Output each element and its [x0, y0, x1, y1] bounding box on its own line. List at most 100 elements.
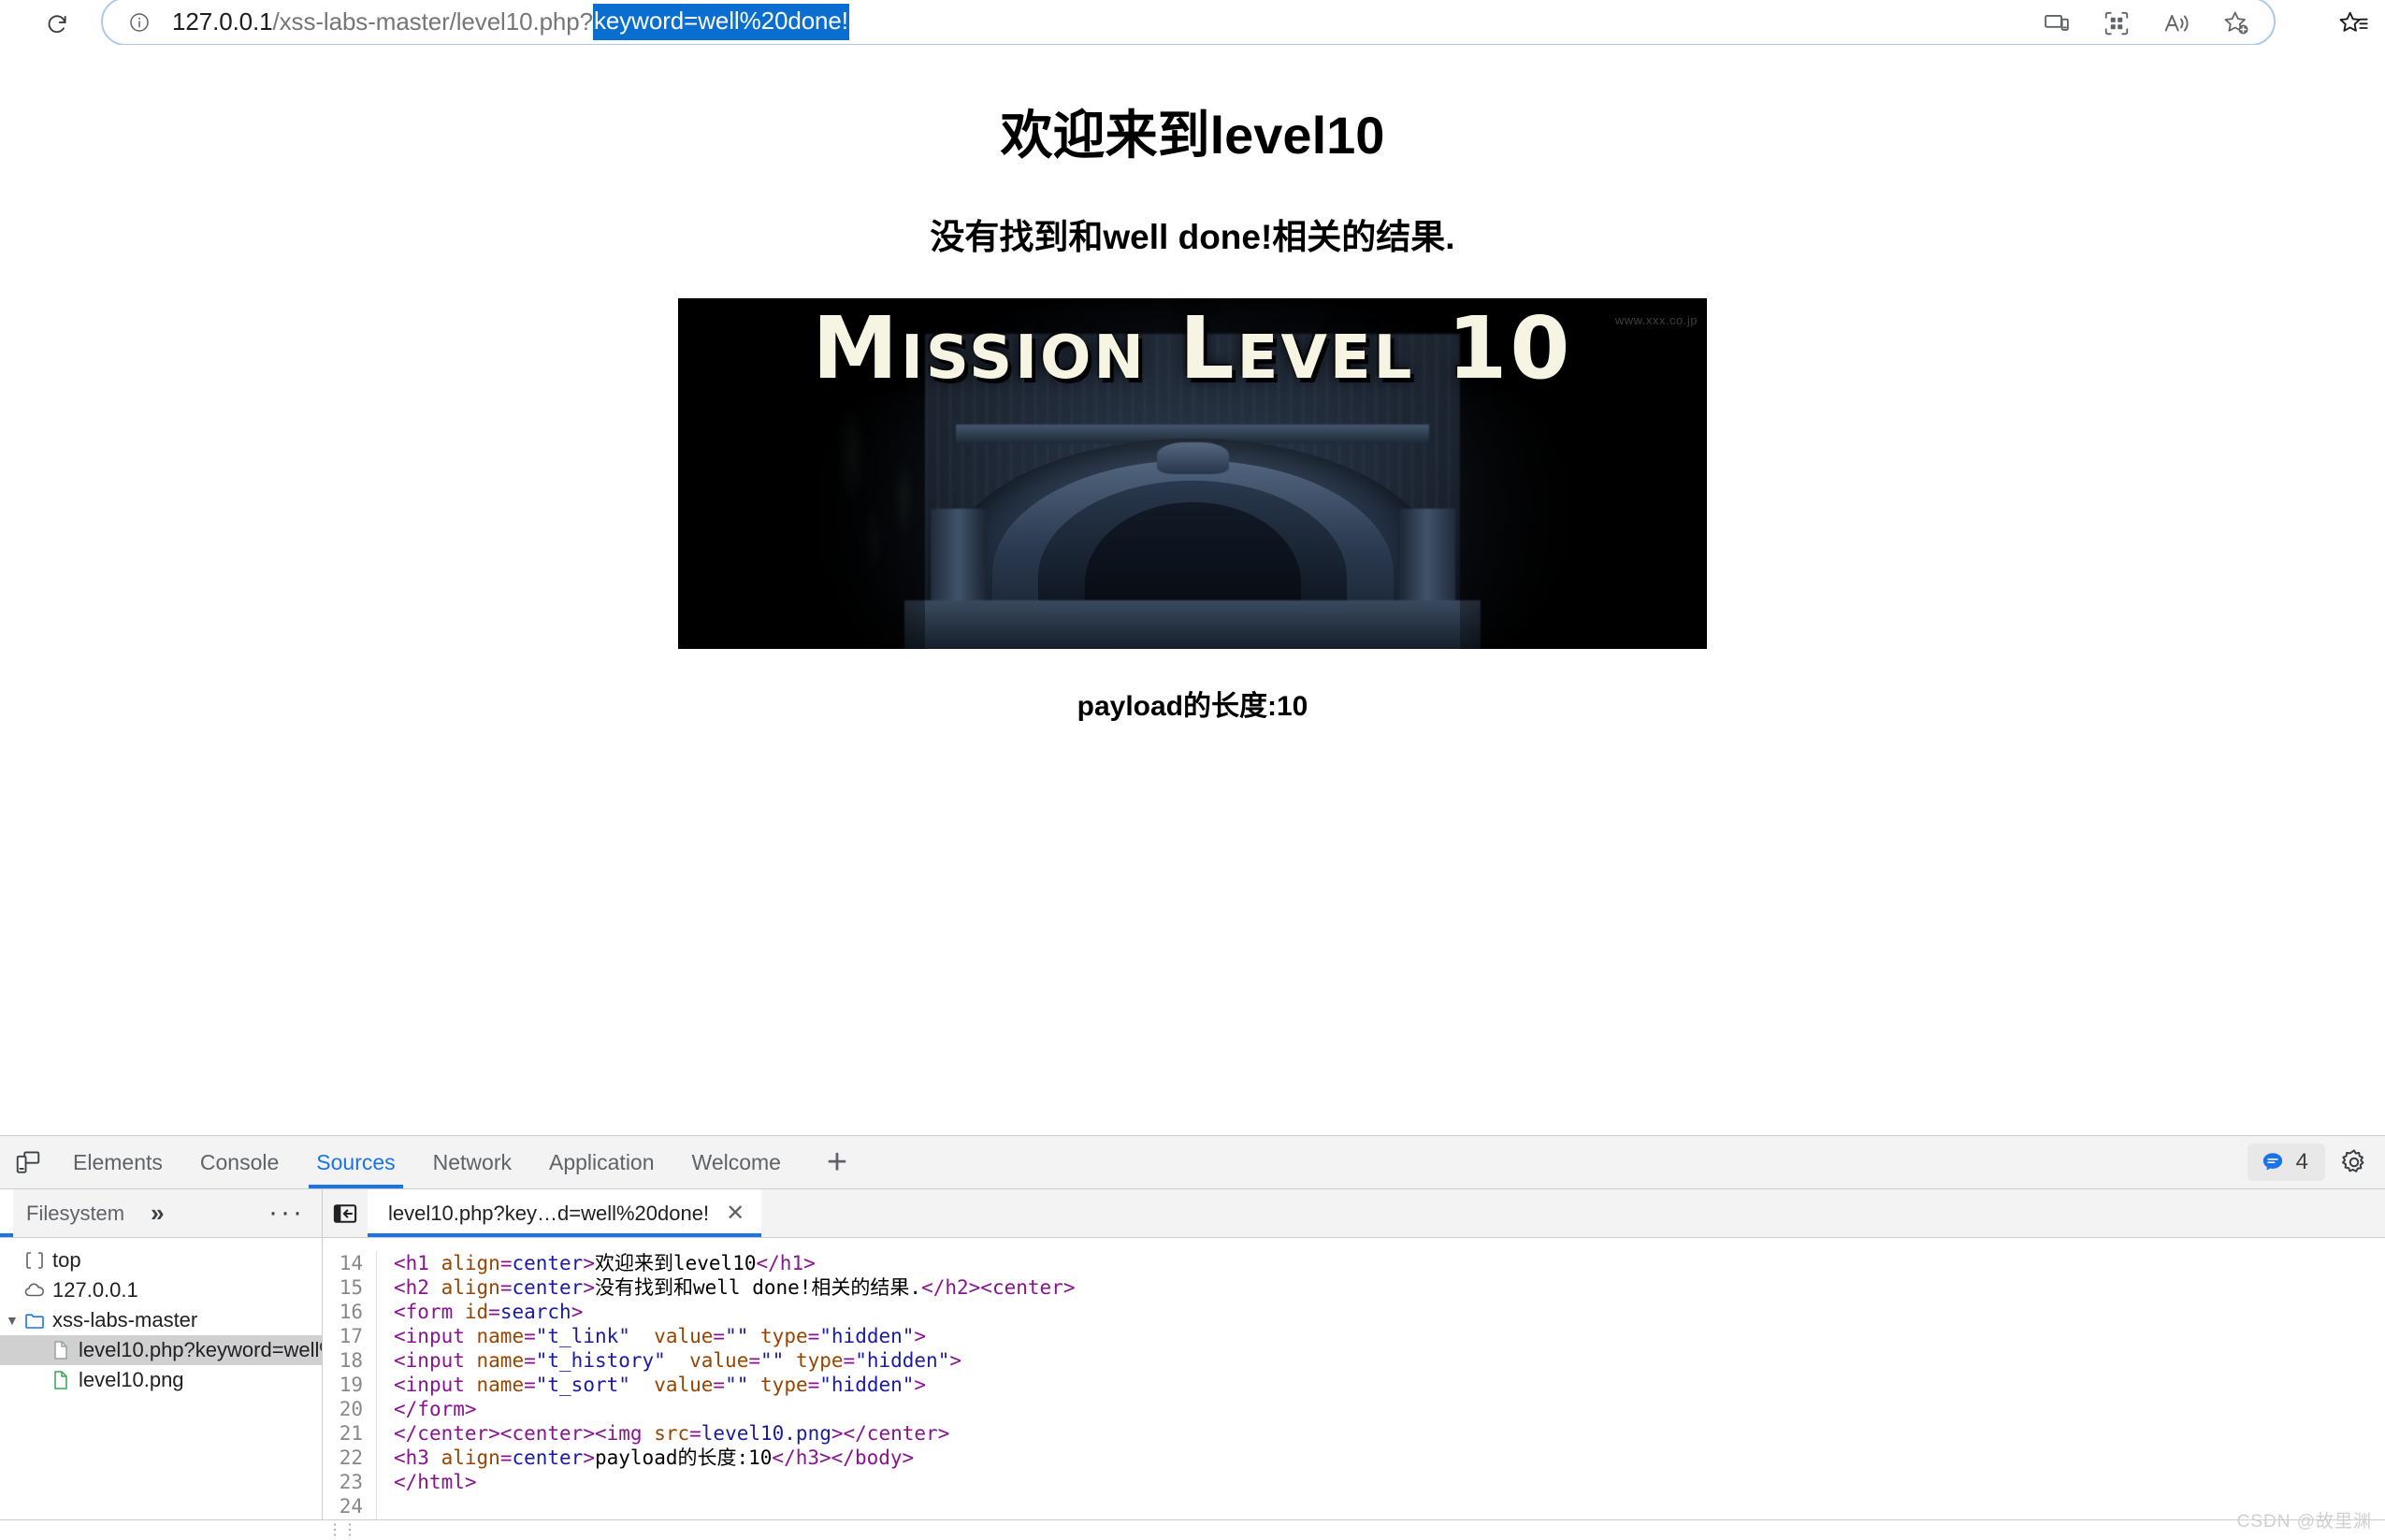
line-number: 18 [323, 1348, 377, 1373]
cast-device-icon-glyph [2045, 14, 2069, 31]
read-aloud-icon[interactable] [2158, 5, 2195, 42]
close-icon[interactable]: ✕ [726, 1202, 744, 1225]
tab-application[interactable]: Application [530, 1136, 673, 1188]
back-arrow-icon[interactable] [323, 1189, 368, 1238]
file-icon-glyph [54, 1341, 67, 1360]
tab-sources[interactable]: Sources [297, 1136, 413, 1188]
code-line: 14 <h1 align=center>欢迎来到level10</h1> [323, 1251, 2385, 1275]
tree-item-folder-xss-labs-master[interactable]: ▼ xss-labs-master [0, 1305, 322, 1335]
code-token-punct: > [583, 1446, 595, 1469]
tab-elements-label: Elements [73, 1149, 163, 1174]
collections-icon[interactable] [2098, 5, 2135, 42]
line-content[interactable]: <input name="t_history" value="" type="h… [377, 1348, 961, 1373]
url-text[interactable]: 127.0.0.1/xss-labs-master/level10.php? ke… [172, 1, 849, 42]
page-viewport: 欢迎来到level10 没有找到和well done!相关的结果. Missio… [0, 45, 2385, 1135]
code-token-punct: = [843, 1349, 856, 1372]
code-token-val: "hidden" [819, 1325, 915, 1347]
gear-icon[interactable] [2333, 1141, 2376, 1184]
tab-network[interactable]: Network [414, 1136, 530, 1188]
devtools-body: e Filesystem » ··· top [0, 1189, 2385, 1540]
tree-item-top[interactable]: top [0, 1245, 322, 1275]
resize-handle-icon[interactable]: ⋮⋮ [327, 1520, 357, 1539]
nav-tab-filesystem[interactable]: Filesystem [13, 1189, 137, 1237]
more-tabs-chevron-icon[interactable]: » [151, 1199, 164, 1228]
code-token-tag: img [606, 1422, 655, 1445]
code-token-attr: name [476, 1349, 525, 1372]
code-line: 19 <input name="t_sort" value="" type="hi… [323, 1373, 2385, 1397]
tree-item-label: xss-labs-master [52, 1308, 198, 1331]
code-token-val: "hidden" [855, 1349, 950, 1372]
code-editor[interactable]: 13<body>14<h1 align=center>欢迎来到level10</… [323, 1238, 2385, 1540]
tab-console[interactable]: Console [181, 1136, 297, 1188]
line-content[interactable]: <input name="t_link" value="" type="hidd… [377, 1324, 926, 1348]
address-bar[interactable]: 127.0.0.1/xss-labs-master/level10.php? ke… [101, 0, 2276, 46]
tree-item-file-level10-png[interactable]: level10.png [0, 1365, 322, 1395]
navigator-more-options-icon[interactable]: ··· [268, 1197, 305, 1229]
code-token-punct: < [394, 1252, 406, 1274]
cloud-icon [22, 1278, 47, 1303]
code-token-punct: = [713, 1374, 726, 1396]
line-number: 17 [323, 1324, 377, 1348]
code-token-txt: 欢迎来到level10 [594, 1252, 757, 1274]
code-token-val: "hidden" [819, 1374, 915, 1396]
tree-item-origin[interactable]: 127.0.0.1 [0, 1275, 322, 1305]
code-token-punct: < [394, 1374, 406, 1396]
line-content[interactable]: </center><center><img src=level10.png></… [377, 1421, 949, 1446]
code-top-fade [323, 1238, 2385, 1251]
code-token-punct: < [394, 1276, 406, 1299]
code-line: 24 [323, 1494, 2385, 1518]
add-panel-button[interactable]: + [811, 1136, 863, 1188]
code-token-tag: h1 [779, 1252, 804, 1274]
message-count-badge[interactable]: 4 [2247, 1144, 2325, 1181]
collections-icon-glyph [2104, 11, 2129, 36]
line-content[interactable]: <h2 align=center>没有找到和well done!相关的结果.</… [377, 1275, 1075, 1300]
banner-base [904, 599, 1481, 649]
code-token-attr: type [760, 1374, 808, 1396]
code-token-tag: h2 [945, 1276, 969, 1299]
code-token-punct: = [524, 1374, 536, 1396]
frame-icon-glyph [26, 1252, 43, 1269]
device-toolbar-icon-glyph [16, 1151, 40, 1173]
line-number: 20 [323, 1397, 377, 1421]
site-info-icon[interactable] [127, 10, 152, 35]
code-line: 15 <h2 align=center>没有找到和well done!相关的结果.… [323, 1275, 2385, 1300]
cloud-icon-glyph [24, 1283, 44, 1297]
url-selected-query[interactable]: keyword=well%20done! [593, 3, 849, 40]
line-content[interactable] [377, 1494, 394, 1518]
device-toolbar-icon[interactable] [2, 1136, 54, 1188]
line-number: 15 [323, 1275, 377, 1300]
banner-container: Mission Level 10 www.xxx.co.jp [0, 298, 2385, 649]
line-content[interactable]: <h3 align=center>payload的长度:10</h3></bod… [377, 1446, 914, 1470]
favorites-menu-icon[interactable] [2334, 6, 2372, 43]
code-token-attr: name [476, 1325, 525, 1347]
code-token-punct: = [748, 1349, 760, 1372]
code-token-punct: > [464, 1398, 477, 1420]
code-token-punct [666, 1349, 689, 1372]
cast-device-icon[interactable] [2038, 5, 2075, 42]
info-circle-icon [130, 13, 149, 32]
tree-item-label: 127.0.0.1 [52, 1278, 138, 1302]
reload-icon[interactable] [41, 7, 73, 39]
code-token-punct: = [713, 1325, 726, 1347]
line-content[interactable]: </form> [377, 1397, 477, 1421]
url-host: 127.0.0.1 [172, 7, 273, 36]
code-token-tag: body [854, 1446, 903, 1469]
code-token-punct: < [394, 1446, 406, 1469]
line-content[interactable]: <h1 align=center>欢迎来到level10</h1> [377, 1251, 816, 1275]
nav-tab-page[interactable]: e [0, 1189, 13, 1237]
tree-item-file-level10-php[interactable]: level10.php?keyword=well% [0, 1335, 322, 1365]
code-token-val: center [512, 1446, 584, 1469]
editor-file-tab[interactable]: level10.php?key…d=well%20done! ✕ [368, 1189, 762, 1237]
tab-welcome[interactable]: Welcome [673, 1136, 800, 1188]
line-content[interactable]: <input name="t_sort" value="" type="hidd… [377, 1373, 926, 1397]
line-content[interactable]: <form id=search> [377, 1300, 583, 1324]
tab-sources-label: Sources [316, 1149, 396, 1174]
image-file-icon [49, 1368, 73, 1392]
chevron-down-icon[interactable]: ▼ [6, 1313, 22, 1328]
line-number: 14 [323, 1251, 377, 1275]
tab-elements[interactable]: Elements [54, 1136, 181, 1188]
code-token-punct: </ [394, 1398, 418, 1420]
add-favorite-icon[interactable] [2218, 5, 2255, 42]
line-content[interactable]: </html> [377, 1470, 477, 1494]
code-token-punct: = [689, 1422, 701, 1445]
